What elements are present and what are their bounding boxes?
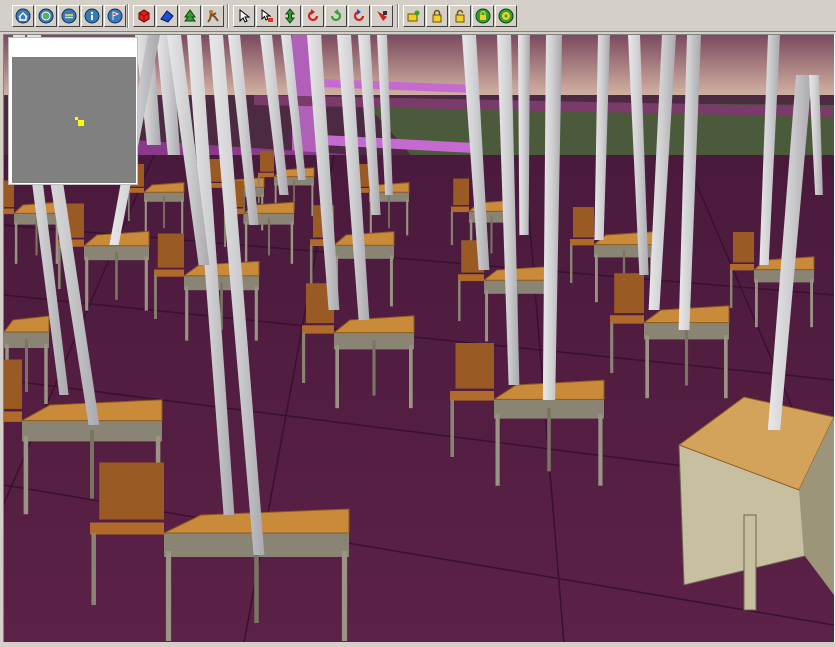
figure-button[interactable] [202, 5, 224, 27]
globe-button[interactable] [35, 5, 57, 27]
chair-seat [4, 411, 22, 422]
rotate-left-button[interactable] [302, 5, 324, 27]
minimap[interactable] [8, 37, 138, 185]
chair-back [4, 359, 22, 409]
status-bar [0, 642, 836, 647]
toolbar-separator [397, 4, 399, 28]
lock-circle-green-button[interactable] [495, 5, 517, 27]
red-cube-icon [138, 9, 150, 23]
rotate-right-button[interactable] [325, 5, 347, 27]
pointer-arrow-button[interactable] [233, 5, 255, 27]
chair-back [453, 178, 469, 206]
minimap-player-marker [78, 120, 84, 126]
home-button[interactable] [12, 5, 34, 27]
large-desk-leg [743, 514, 757, 611]
layers-button[interactable] [58, 5, 80, 27]
toolbar [0, 0, 836, 32]
delete-icon [377, 11, 387, 21]
chair-seat [451, 206, 469, 213]
chair-seat [610, 315, 644, 324]
move-vertical-icon [284, 8, 296, 24]
chair-seat [570, 239, 594, 246]
lock-open-button[interactable] [449, 5, 471, 27]
rotate-reset-icon [353, 9, 365, 22]
camera-user-button[interactable] [403, 5, 425, 27]
chair-seat [450, 391, 494, 401]
flag-icon [107, 8, 123, 24]
toolbar-separator [227, 4, 229, 28]
lock-circle-button[interactable] [472, 5, 494, 27]
chair-seat [302, 325, 334, 334]
info-button[interactable] [81, 5, 103, 27]
figure-icon [207, 10, 219, 23]
lock-circle-green-icon [498, 8, 514, 24]
minimap-view[interactable] [12, 57, 136, 183]
globe-icon [38, 8, 54, 24]
lock-icon [432, 9, 442, 23]
chair-back [733, 232, 754, 263]
flag-button[interactable] [104, 5, 126, 27]
rotate-left-icon [307, 9, 319, 22]
lock-open-icon [455, 9, 465, 23]
rotate-reset-button[interactable] [348, 5, 370, 27]
chair-seat [90, 522, 164, 535]
chair-back [614, 273, 644, 314]
chair-seat [458, 274, 484, 282]
chair-seat [258, 172, 274, 178]
move-vertical-button[interactable] [279, 5, 301, 27]
select-move-button[interactable] [256, 5, 278, 27]
toolbar-group-objects [133, 5, 225, 27]
green-tree-icon [184, 9, 196, 22]
toolbar-group-tools [233, 5, 394, 27]
toolbar-group-navigation [12, 5, 127, 27]
chair-seat [128, 188, 144, 193]
home-icon [15, 8, 31, 24]
green-tree-button[interactable] [179, 5, 201, 27]
chair-back [157, 233, 184, 268]
chair-seat [4, 208, 14, 215]
chair-back [99, 462, 164, 520]
lock-button[interactable] [426, 5, 448, 27]
pointer-arrow-icon [239, 8, 251, 23]
select-move-icon [261, 9, 273, 22]
support-pole [518, 35, 530, 235]
lock-circle-icon [475, 8, 491, 24]
red-cube-button[interactable] [133, 5, 155, 27]
camera-user-icon [407, 10, 420, 22]
chair-seat [154, 269, 184, 277]
chair-back [260, 150, 274, 172]
layers-icon [61, 8, 77, 24]
blue-shape-icon [160, 10, 174, 23]
chair-back [573, 207, 594, 238]
chair-back [455, 343, 494, 389]
chair-seat [730, 264, 754, 271]
3d-viewport[interactable] [3, 34, 835, 644]
rotate-right-icon [330, 9, 342, 22]
blue-shape-button[interactable] [156, 5, 178, 27]
toolbar-separator [127, 4, 129, 28]
info-icon [84, 8, 100, 24]
delete-button[interactable] [371, 5, 393, 27]
toolbar-group-view [403, 5, 518, 27]
